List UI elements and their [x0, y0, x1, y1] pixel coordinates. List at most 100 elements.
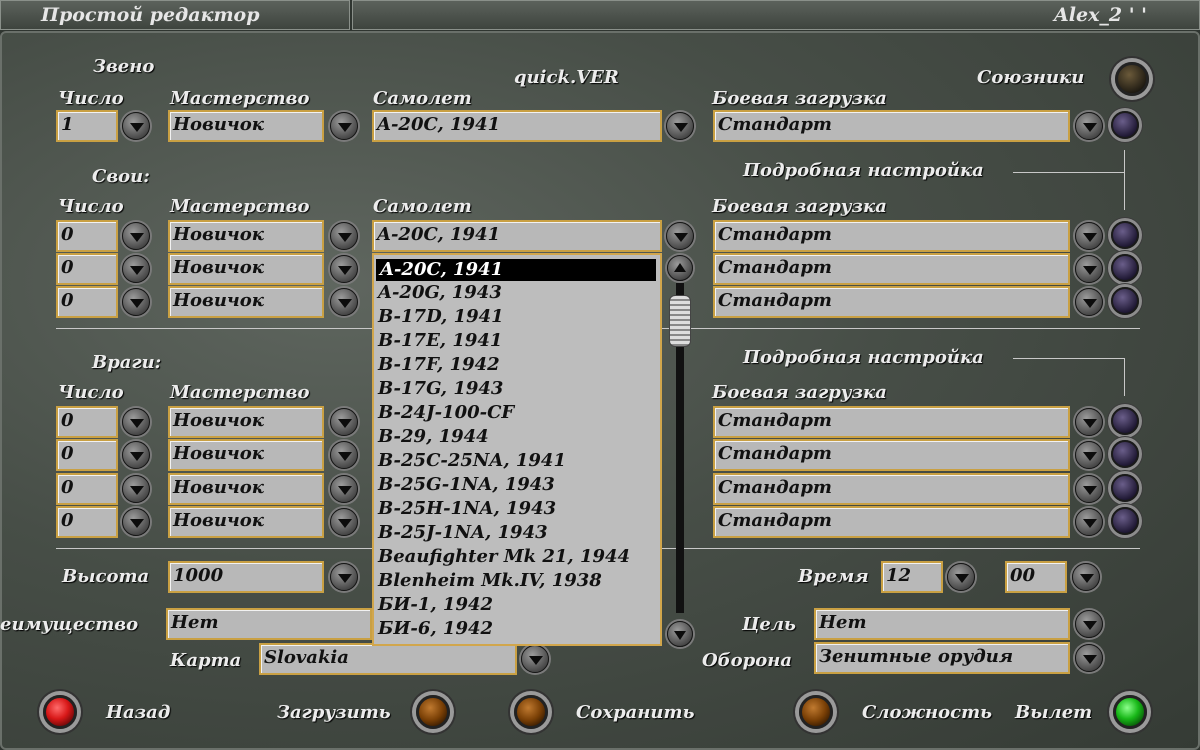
enemy-2-skill-field[interactable]: Новичок: [168, 439, 324, 471]
time-minute-field[interactable]: 00: [1005, 561, 1067, 593]
enemy-1-count-dropdown-button[interactable]: [122, 408, 150, 436]
friendly-2-skill-field[interactable]: Новичок: [168, 253, 324, 285]
plane-option[interactable]: Beaufighter Mk 21, 1944: [374, 545, 660, 569]
flight-count-field[interactable]: 1: [56, 110, 118, 142]
enemy-2-advanced-knob[interactable]: [1111, 440, 1139, 468]
friendly-1-loadout-field[interactable]: Стандарт: [713, 220, 1070, 252]
plane-dropdown-scrollbar[interactable]: [665, 253, 695, 648]
defense-dropdown-button[interactable]: [1075, 644, 1103, 672]
map-dropdown-button[interactable]: [521, 645, 549, 673]
plane-option[interactable]: БИ-6, 1942: [374, 617, 660, 641]
enemy-4-skill-field[interactable]: Новичок: [168, 506, 324, 538]
flight-loadout-field[interactable]: Стандарт: [713, 110, 1070, 142]
target-dropdown-button[interactable]: [1075, 610, 1103, 638]
scrollbar-thumb[interactable]: [669, 295, 691, 347]
plane-option[interactable]: БИ-1, 1942: [374, 593, 660, 617]
plane-option[interactable]: B-17D, 1941: [374, 305, 660, 329]
enemy-4-count-dropdown-button[interactable]: [122, 508, 150, 536]
enemy-1-count-field[interactable]: 0: [56, 406, 118, 438]
flight-skill-field[interactable]: Новичок: [168, 110, 324, 142]
friendly-1-plane-dropdown-button[interactable]: [666, 222, 694, 250]
flight-plane-dropdown-button[interactable]: [666, 112, 694, 140]
enemy-3-count-dropdown-button[interactable]: [122, 475, 150, 503]
plane-option[interactable]: B-25H-1NA, 1943: [374, 497, 660, 521]
enemy-1-skill-field[interactable]: Новичок: [168, 406, 324, 438]
friendly-2-loadout-dropdown-button[interactable]: [1075, 255, 1103, 283]
enemy-3-loadout-field[interactable]: Стандарт: [713, 473, 1070, 505]
friendly-2-advanced-knob[interactable]: [1111, 254, 1139, 282]
friendly-2-count-dropdown-button[interactable]: [122, 255, 150, 283]
plane-option[interactable]: B-17F, 1942: [374, 353, 660, 377]
friendly-1-skill-field[interactable]: Новичок: [168, 220, 324, 252]
enemy-4-advanced-knob[interactable]: [1111, 507, 1139, 535]
enemy-2-count-dropdown-button[interactable]: [122, 441, 150, 469]
plane-option[interactable]: B-17G, 1943: [374, 377, 660, 401]
friendly-3-count-dropdown-button[interactable]: [122, 288, 150, 316]
friendly-3-skill-field[interactable]: Новичок: [168, 286, 324, 318]
enemy-3-count-field[interactable]: 0: [56, 473, 118, 505]
friendly-1-advanced-knob[interactable]: [1111, 221, 1139, 249]
altitude-field[interactable]: 1000: [168, 561, 324, 593]
enemy-4-loadout-field[interactable]: Стандарт: [713, 506, 1070, 538]
scroll-down-icon[interactable]: [667, 621, 693, 647]
flight-loadout-dropdown-button[interactable]: [1075, 112, 1103, 140]
friendly-1-loadout-dropdown-button[interactable]: [1075, 222, 1103, 250]
enemy-2-skill-dropdown-button[interactable]: [330, 441, 358, 469]
plane-option[interactable]: A-20C, 1941: [376, 259, 656, 281]
advantage-field[interactable]: Нет: [166, 608, 372, 640]
flight-advanced-knob[interactable]: [1111, 111, 1139, 139]
back-button[interactable]: [43, 695, 77, 729]
enemy-4-count-field[interactable]: 0: [56, 506, 118, 538]
fly-button[interactable]: [1113, 695, 1147, 729]
plane-dropdown-list[interactable]: A-20C, 1941 A-20G, 1943 B-17D, 1941 B-17…: [372, 253, 662, 646]
defense-field[interactable]: Зенитные орудия: [814, 642, 1070, 674]
enemy-1-loadout-dropdown-button[interactable]: [1075, 408, 1103, 436]
enemy-3-loadout-dropdown-button[interactable]: [1075, 475, 1103, 503]
load-button[interactable]: [416, 695, 450, 729]
scroll-up-icon[interactable]: [667, 255, 693, 281]
enemy-1-skill-dropdown-button[interactable]: [330, 408, 358, 436]
friendly-2-skill-dropdown-button[interactable]: [330, 255, 358, 283]
difficulty-button[interactable]: [799, 695, 833, 729]
flight-skill-dropdown-button[interactable]: [330, 112, 358, 140]
time-hour-dropdown-button[interactable]: [947, 563, 975, 591]
friendly-2-count-field[interactable]: 0: [56, 253, 118, 285]
friendly-1-skill-dropdown-button[interactable]: [330, 222, 358, 250]
friendly-2-loadout-field[interactable]: Стандарт: [713, 253, 1070, 285]
enemy-3-skill-dropdown-button[interactable]: [330, 475, 358, 503]
friendly-3-loadout-field[interactable]: Стандарт: [713, 286, 1070, 318]
altitude-dropdown-button[interactable]: [330, 563, 358, 591]
target-field[interactable]: Нет: [814, 608, 1070, 640]
enemy-1-loadout-field[interactable]: Стандарт: [713, 406, 1070, 438]
enemy-3-advanced-knob[interactable]: [1111, 474, 1139, 502]
plane-option[interactable]: B-25G-1NA, 1943: [374, 473, 660, 497]
enemy-1-advanced-knob[interactable]: [1111, 407, 1139, 435]
flight-plane-field[interactable]: A-20C, 1941: [372, 110, 662, 142]
enemy-3-skill-field[interactable]: Новичок: [168, 473, 324, 505]
enemy-4-loadout-dropdown-button[interactable]: [1075, 508, 1103, 536]
plane-option[interactable]: A-20G, 1943: [374, 281, 660, 305]
flight-count-dropdown-button[interactable]: [122, 112, 150, 140]
allies-toggle-lamp[interactable]: [1115, 62, 1149, 96]
plane-option[interactable]: Blenheim Mk.IV, 1938: [374, 569, 660, 593]
plane-option[interactable]: B-17E, 1941: [374, 329, 660, 353]
plane-option[interactable]: B-24J-100-CF: [374, 401, 660, 425]
save-button[interactable]: [514, 695, 548, 729]
friendly-3-count-field[interactable]: 0: [56, 286, 118, 318]
enemy-2-count-field[interactable]: 0: [56, 439, 118, 471]
friendly-3-advanced-knob[interactable]: [1111, 287, 1139, 315]
plane-option[interactable]: B-25C-25NA, 1941: [374, 449, 660, 473]
friendly-1-plane-field[interactable]: A-20C, 1941: [372, 220, 662, 252]
time-hour-field[interactable]: 12: [881, 561, 943, 593]
friendly-3-loadout-dropdown-button[interactable]: [1075, 288, 1103, 316]
plane-option[interactable]: B-29, 1944: [374, 425, 660, 449]
friendly-1-count-field[interactable]: 0: [56, 220, 118, 252]
friendly-3-skill-dropdown-button[interactable]: [330, 288, 358, 316]
enemy-2-loadout-dropdown-button[interactable]: [1075, 441, 1103, 469]
map-field[interactable]: Slovakia: [259, 643, 517, 675]
friendly-1-count-dropdown-button[interactable]: [122, 222, 150, 250]
enemy-2-loadout-field[interactable]: Стандарт: [713, 439, 1070, 471]
enemy-4-skill-dropdown-button[interactable]: [330, 508, 358, 536]
time-minute-dropdown-button[interactable]: [1072, 563, 1100, 591]
plane-option[interactable]: B-25J-1NA, 1943: [374, 521, 660, 545]
